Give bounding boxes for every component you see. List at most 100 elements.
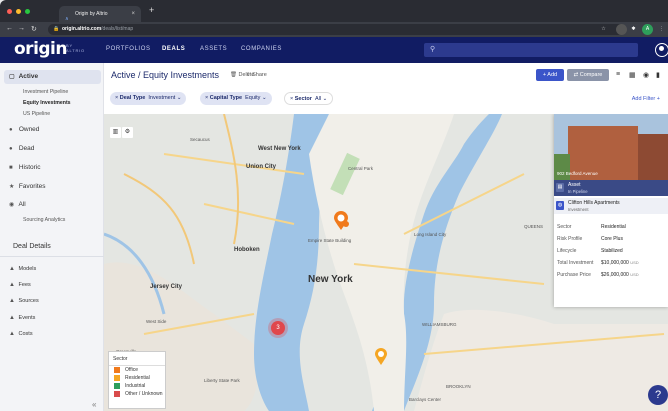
user-avatar-icon[interactable]	[655, 43, 668, 57]
profile-icon[interactable]: A	[642, 24, 653, 35]
map-layers-icon[interactable]: ▥	[110, 127, 121, 138]
filter-key: Sector	[294, 96, 312, 102]
reload-icon[interactable]: ↻	[31, 25, 37, 33]
compare-button[interactable]: ⇄ Compare	[567, 69, 609, 81]
maximize-window-icon[interactable]	[25, 9, 30, 14]
filter-sector[interactable]: × Sector All ⌄	[284, 92, 334, 105]
map-view-icon[interactable]: ◉	[643, 71, 649, 79]
lock-icon: 🔒	[53, 26, 60, 32]
nav-deals[interactable]: DEALS	[162, 46, 185, 52]
office-pin-hole	[337, 214, 345, 222]
kv-lifecycle-value: Stabilized	[601, 248, 623, 254]
add-button[interactable]: + Add	[536, 69, 564, 81]
sidebar-item-sources[interactable]: ▲ Sources	[9, 298, 39, 304]
origin-logo[interactable]: origin	[14, 39, 68, 59]
asset-row[interactable]: ▤ Asset In Pipeline	[554, 180, 668, 196]
marker-residential[interactable]	[374, 348, 388, 366]
tab-close-icon[interactable]: ×	[131, 6, 135, 22]
url-field[interactable]: 🔒 origin.altrio.com/deals/list/map	[48, 24, 626, 35]
kv-sector-label: Sector	[557, 224, 572, 230]
sidebar-sourcing-analytics[interactable]: Sourcing Analytics	[23, 217, 65, 223]
marker-office[interactable]	[333, 211, 349, 231]
sidebar-sub-investment-pipeline[interactable]: Investment Pipeline	[23, 89, 68, 95]
map-label-empire-state: Empire State Building	[308, 238, 352, 243]
close-window-icon[interactable]	[7, 9, 12, 14]
asset-status: In Pipeline	[568, 189, 588, 194]
star-icon[interactable]: ☆	[598, 24, 609, 35]
map-label-barclays: Barclays Center	[409, 397, 442, 402]
globe-icon: ◉	[9, 202, 15, 208]
filter-deal-type[interactable]: × Deal Type Investment ⌄	[110, 92, 187, 105]
sidebar-sub-equity-investments[interactable]: Equity Investments	[23, 100, 71, 106]
back-icon[interactable]: ←	[6, 25, 13, 32]
legend-label: Residential	[125, 375, 150, 381]
legend-label: Office	[125, 367, 138, 373]
sidebar-sub-us-pipeline[interactable]: US Pipeline	[23, 111, 50, 117]
kv-risk-value: Core Plus	[601, 236, 623, 242]
total-amount: $10,000,000	[601, 260, 629, 266]
sidebar-active-text: Active	[18, 73, 39, 80]
global-search-input[interactable]: ⚲	[424, 43, 638, 57]
sidebar-item-all[interactable]: ◉ All	[9, 201, 26, 208]
sidebar-item-owned[interactable]: ● Owned	[9, 126, 39, 133]
asset-label: Asset	[568, 182, 581, 188]
sidebar-divider	[0, 256, 104, 257]
add-filter-button[interactable]: Add Filter +	[632, 96, 660, 102]
sidebar-item-costs[interactable]: ▲ Costs	[9, 331, 33, 337]
sidebar-item-models[interactable]: ▲ Models	[9, 266, 36, 272]
legend-item-industrial: Industrial	[109, 382, 165, 390]
fees-icon: ▲	[9, 282, 15, 288]
sector-legend: Sector Office Residential Industrial Oth…	[108, 351, 166, 409]
kv-purchase-label: Purchase Price	[557, 272, 591, 278]
new-tab-button[interactable]: +	[149, 5, 154, 15]
legend-item-residential: Residential	[109, 374, 165, 382]
filter-key: Capital Type	[209, 95, 243, 101]
browser-tab[interactable]: ∧ Origin by Altrio ×	[59, 6, 141, 22]
compare-icon: ⇄	[573, 72, 579, 78]
sidebar-item-fees[interactable]: ▲ Fees	[9, 282, 31, 288]
sidebar-item-events[interactable]: ▲ Events	[9, 315, 35, 321]
list-view-icon[interactable]: ≡	[616, 71, 620, 78]
sidebar-item-historic[interactable]: ■ Historic	[9, 164, 40, 171]
events-icon: ▲	[9, 315, 15, 321]
legend-item-other: Other / Unknown	[109, 390, 165, 398]
nav-assets[interactable]: ASSETS	[200, 46, 227, 52]
check-circle-icon: ●	[9, 127, 13, 133]
sidebar-historic-text: Historic	[18, 164, 41, 171]
browser-tab-bar: ∧ Origin by Altrio × +	[0, 0, 668, 22]
nav-companies[interactable]: COMPANIES	[241, 46, 282, 52]
compare-label: Compare	[579, 72, 603, 78]
url-host: origin.altrio.com	[62, 26, 102, 32]
browser-window: ∧ Origin by Altrio × + ← → ↻ 🔒 origin.al…	[0, 0, 668, 411]
share-button[interactable]: ⇪ Share	[246, 72, 267, 78]
deal-row[interactable]: ◍ Clifton Hills Apartments Investment	[554, 198, 668, 214]
residential-pin-hole	[378, 351, 384, 357]
sidebar-owned-text: Owned	[18, 126, 40, 133]
map-settings-icon[interactable]: ⚙	[122, 127, 133, 138]
cluster-marker[interactable]: 3	[271, 321, 285, 335]
help-button[interactable]: ?	[648, 385, 668, 405]
map-label-new-york: New York	[308, 274, 353, 285]
minimize-window-icon[interactable]	[16, 9, 21, 14]
sources-icon: ▲	[9, 298, 15, 304]
menu-icon[interactable]: ⋮	[656, 24, 667, 35]
extension-icon[interactable]	[616, 24, 627, 35]
breadcrumb: Active / Equity Investments	[111, 70, 220, 80]
sidebar-favorites-text: Favorites	[18, 183, 46, 190]
sidebar-all-text: All	[18, 201, 26, 208]
deal-name: Clifton Hills Apartments	[568, 200, 620, 206]
grid-view-icon[interactable]: ▦	[629, 71, 636, 79]
sidebar-item-favorites[interactable]: ★ Favorites	[9, 183, 46, 190]
star-icon: ★	[9, 184, 15, 190]
deal-preview-card[interactable]: 902 Bedford Avenue ▤ Asset In Pipeline ◍…	[554, 114, 668, 307]
deals-map[interactable]: 3 ▥ ⚙ West New York Union City Secaucus H…	[104, 114, 668, 411]
puzzle-icon[interactable]: ✱	[628, 24, 639, 35]
chart-view-icon[interactable]: ▮	[656, 71, 660, 79]
share-icon: ⇪	[246, 72, 251, 78]
legend-swatch	[114, 367, 120, 373]
nav-portfolios[interactable]: PORTFOLIOS	[106, 46, 151, 52]
collapse-sidebar-button[interactable]: «	[92, 400, 96, 409]
filter-capital-type[interactable]: × Capital Type Equity ⌄	[200, 92, 272, 105]
forward-icon[interactable]: →	[18, 25, 25, 32]
sidebar-item-dead[interactable]: ● Dead	[9, 145, 34, 152]
